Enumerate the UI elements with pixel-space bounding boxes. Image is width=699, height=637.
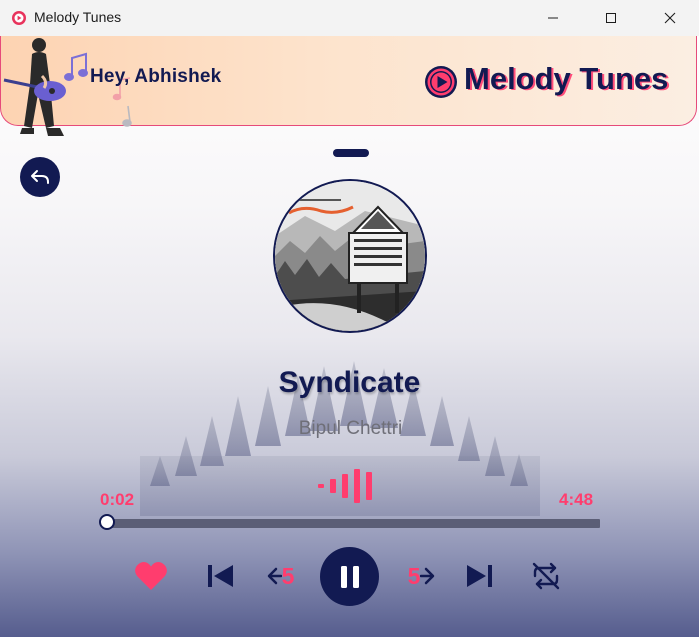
current-time: 0:02 <box>100 490 135 509</box>
repeat-off-icon <box>532 562 560 590</box>
greeting-text: Hey, Abhishek <box>90 66 222 87</box>
artist-name: Bipul Chettri <box>298 418 403 439</box>
drag-handle[interactable] <box>333 149 369 157</box>
rewind-button[interactable]: 5 <box>262 561 298 591</box>
play-circle-icon <box>425 66 457 98</box>
app-window: Melody Tunes Hey, Abhishek Melody Tunes … <box>0 0 699 637</box>
progress-slider[interactable] <box>99 514 600 530</box>
total-time: 4:48 <box>559 490 594 509</box>
brand-name: Melody Tunes <box>464 61 669 96</box>
close-icon <box>664 12 676 24</box>
close-button[interactable] <box>647 0 693 36</box>
skip-previous-icon <box>208 565 233 587</box>
rewind-arrow-icon <box>267 567 282 585</box>
previous-button[interactable] <box>203 562 237 590</box>
rewind-seconds: 5 <box>281 562 295 589</box>
album-cover-image <box>275 181 425 331</box>
title-bar: Melody Tunes <box>0 0 699 36</box>
window-title: Melody Tunes <box>34 9 122 25</box>
app-icon <box>12 11 26 25</box>
progress-thumb[interactable] <box>99 514 116 530</box>
album-art <box>273 179 427 333</box>
minimize-icon <box>548 17 558 19</box>
audio-visualizer-icon <box>318 469 372 503</box>
back-arrow-icon <box>31 170 49 184</box>
forward-arrow-icon <box>420 567 435 585</box>
pause-icon <box>340 565 359 588</box>
play-pause-button[interactable] <box>320 547 379 606</box>
song-title: Syndicate <box>278 366 421 399</box>
maximize-icon <box>606 13 616 23</box>
back-button[interactable] <box>20 157 60 197</box>
forward-button[interactable]: 5 <box>404 561 440 591</box>
repeat-button[interactable] <box>527 559 565 593</box>
heart-icon <box>135 561 167 590</box>
favorite-button[interactable] <box>132 557 170 595</box>
guitarist-illustration <box>3 38 132 136</box>
next-button[interactable] <box>463 562 497 590</box>
forward-seconds: 5 <box>407 562 421 589</box>
skip-next-icon <box>467 565 492 587</box>
maximize-button[interactable] <box>588 0 634 36</box>
minimize-button[interactable] <box>530 0 576 36</box>
